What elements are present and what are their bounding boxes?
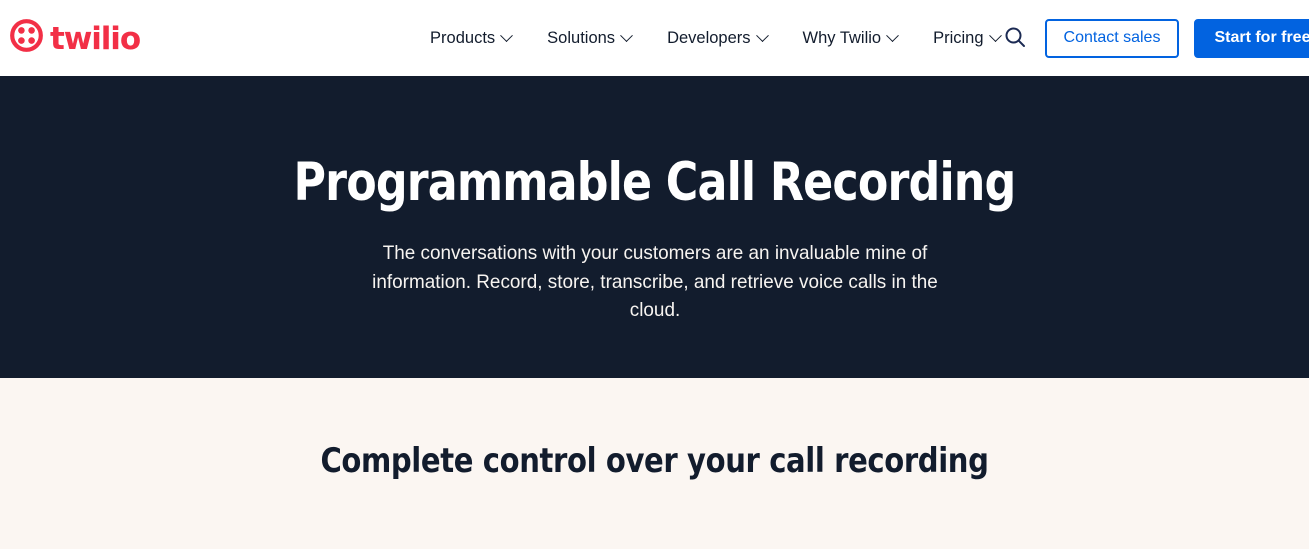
chevron-down-icon	[886, 28, 899, 42]
site-header: twilio Products Solutions Developers Why…	[0, 0, 1309, 76]
header-actions: Contact sales Start for free	[1000, 18, 1309, 58]
nav-item-label: Why Twilio	[802, 28, 882, 47]
chevron-down-icon	[620, 28, 633, 42]
nav-item-why-twilio[interactable]: Why Twilio	[802, 28, 899, 47]
start-for-free-button[interactable]: Start for free	[1194, 18, 1309, 58]
nav-item-pricing[interactable]: Pricing	[933, 28, 1002, 47]
nav-item-label: Developers	[667, 28, 751, 47]
nav-item-label: Products	[430, 28, 496, 47]
search-button[interactable]	[1000, 23, 1030, 53]
hero-section: Programmable Call Recording The conversa…	[0, 76, 1309, 378]
hero-subtitle: The conversations with your customers ar…	[371, 242, 938, 321]
page-title: Programmable Call Recording	[293, 152, 1017, 213]
twilio-logo-link[interactable]: twilio	[10, 19, 141, 57]
primary-navigation: Products Solutions Developers Why Twilio…	[430, 28, 1002, 47]
nav-item-label: Solutions	[547, 28, 616, 47]
nav-item-products[interactable]: Products	[430, 28, 514, 47]
nav-item-developers[interactable]: Developers	[667, 28, 769, 47]
search-icon	[1003, 25, 1027, 52]
nav-item-solutions[interactable]: Solutions	[547, 28, 633, 47]
twilio-dots-logo-icon	[10, 19, 43, 57]
twilio-wordmark: twilio	[50, 20, 141, 57]
section-title: Complete control over your call recordin…	[320, 441, 989, 481]
chevron-down-icon	[500, 28, 514, 42]
chevron-down-icon	[755, 28, 769, 42]
contact-sales-button[interactable]: Contact sales	[1044, 18, 1180, 58]
features-section: Complete control over your call recordin…	[0, 378, 1309, 549]
nav-item-label: Pricing	[933, 28, 984, 47]
